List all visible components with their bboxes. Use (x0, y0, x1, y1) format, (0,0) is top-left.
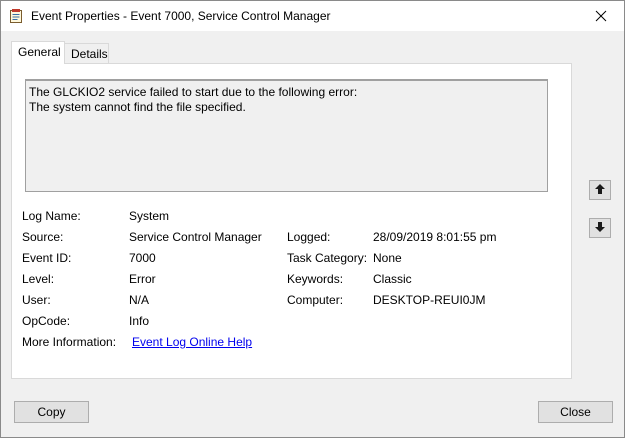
event-properties-window: Event Properties - Event 7000, Service C… (0, 0, 625, 438)
more-info-label: More Information: (22, 335, 117, 349)
description-line-1: The GLCKIO2 service failed to start due … (29, 85, 358, 99)
event-viewer-icon (10, 9, 23, 23)
log-name-value: System (129, 209, 170, 223)
tab-general[interactable]: General (11, 41, 65, 64)
previous-event-button[interactable] (589, 180, 611, 200)
opcode-label: OpCode: (22, 314, 71, 328)
keywords-label: Keywords: (287, 272, 344, 286)
opcode-value: Info (129, 314, 150, 328)
close-icon[interactable] (578, 1, 624, 31)
level-value: Error (129, 272, 156, 286)
next-event-button[interactable] (589, 218, 611, 238)
task-category-label: Task Category: (287, 251, 368, 265)
logged-value: 28/09/2019 8:01:55 pm (373, 230, 497, 244)
tab-details[interactable]: Details (65, 43, 109, 63)
source-label: Source: (22, 230, 64, 244)
event-id-label: Event ID: (22, 251, 72, 265)
task-category-value: None (373, 251, 402, 265)
level-label: Level: (22, 272, 55, 286)
title-bar[interactable]: Event Properties - Event 7000, Service C… (1, 1, 624, 31)
event-log-online-help-link[interactable]: Event Log Online Help (132, 335, 252, 349)
log-name-label: Log Name: (22, 209, 81, 223)
computer-label: Computer: (287, 293, 344, 307)
description-line-2: The system cannot find the file specifie… (29, 100, 246, 114)
arrow-down-icon (594, 221, 606, 236)
arrow-up-icon (594, 183, 606, 198)
event-id-value: 7000 (129, 251, 156, 265)
window-title: Event Properties - Event 7000, Service C… (31, 9, 331, 23)
event-description[interactable]: The GLCKIO2 service failed to start due … (25, 79, 548, 192)
logged-label: Logged: (287, 230, 331, 244)
source-value: Service Control Manager (129, 230, 262, 244)
computer-value: DESKTOP-REUI0JM (373, 293, 486, 307)
user-label: User: (22, 293, 51, 307)
close-button[interactable]: Close (538, 401, 613, 423)
copy-button[interactable]: Copy (14, 401, 89, 423)
user-value: N/A (129, 293, 150, 307)
keywords-value: Classic (373, 272, 412, 286)
